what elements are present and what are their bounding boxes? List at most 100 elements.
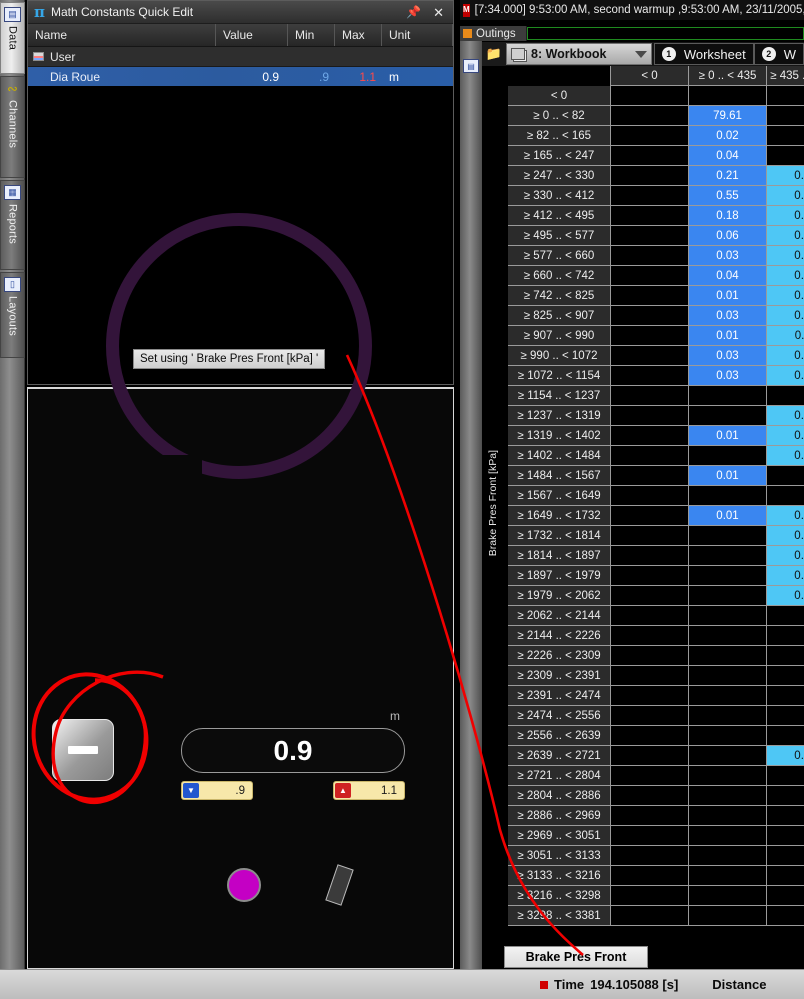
table-row[interactable]: ≥ 660 .. < 742 0.040.37 <box>508 266 804 286</box>
table-cell[interactable] <box>611 786 689 806</box>
worksheet-icon[interactable]: ▤ <box>463 59 479 73</box>
distribution-table[interactable]: < 0≥ 0 .. < 435≥ 435 .. < 869< 0≥ 0 .. <… <box>508 66 804 926</box>
table-cell[interactable]: 0.02 <box>689 126 767 146</box>
table-cell[interactable]: 0.04 <box>767 366 804 386</box>
workbook-folder-icon[interactable]: 📁 <box>482 42 507 66</box>
table-cell[interactable] <box>611 626 689 646</box>
table-cell[interactable] <box>767 386 804 406</box>
table-row[interactable]: ≥ 3051 .. < 3133 <box>508 846 804 866</box>
sidebar-item-reports[interactable]: ▦ Reports <box>0 180 25 270</box>
table-cell[interactable] <box>689 646 767 666</box>
gauge-max-pill[interactable]: ▲ 1.1 <box>333 781 405 800</box>
table-cell[interactable] <box>689 546 767 566</box>
table-cell[interactable] <box>611 906 689 926</box>
table-cell[interactable]: 0.01 <box>767 526 804 546</box>
table-cell[interactable] <box>611 606 689 626</box>
table-cell[interactable] <box>767 126 804 146</box>
table-cell[interactable] <box>611 266 689 286</box>
table-cell[interactable] <box>767 666 804 686</box>
table-cell[interactable] <box>767 646 804 666</box>
table-cell[interactable] <box>689 906 767 926</box>
table-cell[interactable] <box>689 526 767 546</box>
table-cell[interactable] <box>767 846 804 866</box>
table-cell[interactable]: 0.03 <box>689 346 767 366</box>
table-cell[interactable] <box>611 166 689 186</box>
table-cell[interactable] <box>611 666 689 686</box>
constants-group-row[interactable]: User <box>28 47 453 67</box>
table-row[interactable]: ≥ 0 .. < 82 79.61 <box>508 106 804 126</box>
table-row[interactable]: ≥ 3216 .. < 3298 <box>508 886 804 906</box>
outings-tab[interactable]: Outings <box>460 26 527 41</box>
table-cell[interactable]: 0.14 <box>767 306 804 326</box>
table-cell[interactable] <box>611 746 689 766</box>
table-cell[interactable]: 0.03 <box>689 306 767 326</box>
table-cell[interactable] <box>767 906 804 926</box>
table-row[interactable]: ≥ 1402 .. < 1484 0.01 <box>508 446 804 466</box>
table-cell[interactable]: 0.01 <box>689 466 767 486</box>
table-cell[interactable] <box>689 706 767 726</box>
table-cell[interactable] <box>767 726 804 746</box>
table-cell[interactable] <box>767 706 804 726</box>
table-row[interactable]: ≥ 577 .. < 660 0.030.32 <box>508 246 804 266</box>
table-row[interactable]: ≥ 990 .. < 1072 0.030.01 <box>508 346 804 366</box>
column-header-name[interactable]: Name <box>28 24 216 46</box>
table-row[interactable]: ≥ 330 .. < 412 0.550.09 <box>508 186 804 206</box>
table-row[interactable]: ≥ 742 .. < 825 0.010.36 <box>508 286 804 306</box>
table-cell[interactable] <box>611 866 689 886</box>
column-header-min[interactable]: Min <box>288 24 335 46</box>
close-icon[interactable]: ✕ <box>430 6 447 19</box>
table-cell[interactable] <box>689 626 767 646</box>
table-cell[interactable] <box>767 486 804 506</box>
table-row[interactable]: Dia Roue 0.9 .9 1.1 m <box>28 67 453 86</box>
table-cell[interactable] <box>689 586 767 606</box>
gauge-min-pill[interactable]: ▼ .9 <box>181 781 253 800</box>
table-cell[interactable]: 0.11 <box>767 326 804 346</box>
table-cell[interactable] <box>611 706 689 726</box>
table-cell[interactable] <box>611 426 689 446</box>
table-cell[interactable] <box>611 886 689 906</box>
gauge-knob-icon[interactable] <box>227 868 261 902</box>
table-cell[interactable] <box>689 826 767 846</box>
table-cell[interactable] <box>611 146 689 166</box>
table-cell[interactable] <box>767 686 804 706</box>
table-row[interactable]: ≥ 1897 .. < 1979 0.01 <box>508 566 804 586</box>
table-row[interactable]: ≥ 3133 .. < 3216 <box>508 866 804 886</box>
column-header[interactable]: ≥ 0 .. < 435 <box>689 66 767 86</box>
table-row[interactable]: ≥ 2062 .. < 2144 <box>508 606 804 626</box>
table-cell[interactable] <box>611 206 689 226</box>
table-cell[interactable] <box>689 846 767 866</box>
table-row[interactable]: ≥ 165 .. < 247 0.04 <box>508 146 804 166</box>
table-cell[interactable]: 0.01 <box>767 406 804 426</box>
table-cell[interactable] <box>767 886 804 906</box>
table-cell[interactable] <box>611 226 689 246</box>
table-cell[interactable]: 0.06 <box>689 226 767 246</box>
table-cell[interactable] <box>767 106 804 126</box>
table-cell[interactable] <box>611 406 689 426</box>
table-cell[interactable]: 0.03 <box>689 246 767 266</box>
gauge-value-display[interactable]: 0.9 <box>181 728 405 773</box>
table-cell[interactable]: 0.01 <box>767 546 804 566</box>
tab-worksheet-1[interactable]: 1 Worksheet <box>653 43 754 65</box>
column-header[interactable]: ≥ 435 .. < 869 <box>767 66 804 86</box>
table-row[interactable]: ≥ 1072 .. < 1154 0.030.04 <box>508 366 804 386</box>
table-row[interactable]: < 0 <box>508 86 804 106</box>
workbook-selector[interactable]: 8: Workbook <box>506 43 652 65</box>
table-cell[interactable]: 0.01 <box>767 586 804 606</box>
table-row[interactable]: ≥ 2474 .. < 2556 <box>508 706 804 726</box>
table-cell[interactable] <box>611 546 689 566</box>
table-cell[interactable]: 0.36 <box>767 286 804 306</box>
table-cell[interactable]: 0.02 <box>767 426 804 446</box>
table-cell[interactable]: 0.04 <box>689 266 767 286</box>
sidebar-item-data[interactable]: ▤ Data <box>0 2 25 74</box>
table-cell[interactable] <box>689 406 767 426</box>
table-cell[interactable]: 0.04 <box>689 146 767 166</box>
table-row[interactable]: ≥ 247 .. < 330 0.210.03 <box>508 166 804 186</box>
table-cell[interactable] <box>767 86 804 106</box>
table-cell[interactable]: 79.61 <box>689 106 767 126</box>
table-cell[interactable] <box>611 586 689 606</box>
table-cell[interactable] <box>611 686 689 706</box>
tab-worksheet-2[interactable]: 2 W <box>753 43 804 65</box>
table-cell[interactable] <box>611 566 689 586</box>
table-cell[interactable]: 0.21 <box>689 166 767 186</box>
table-cell[interactable]: 0.01 <box>767 506 804 526</box>
